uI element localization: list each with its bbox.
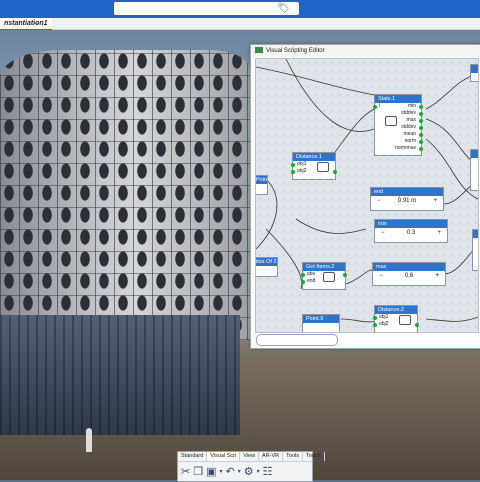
editor-title-bar[interactable]: Visual Scripting Editor [251, 45, 480, 57]
port-label: obj1 [297, 161, 307, 167]
node-title: Stats.1 [375, 95, 421, 103]
slider-value[interactable]: 0.91 m [398, 196, 416, 206]
add-tab-button[interactable]: + [34, 18, 39, 29]
tab-ar-vr[interactable]: AR-VR [259, 452, 284, 461]
port-label: normmax [395, 145, 416, 151]
node-port[interactable]: normmax [375, 145, 423, 152]
port-label: stddev [401, 110, 416, 116]
port-label: norm [404, 138, 416, 144]
node-end[interactable]: end − 0.91 m + [370, 187, 444, 211]
port-label: mean [403, 131, 416, 137]
node-port[interactable]: stddev [375, 110, 423, 117]
toolbar-icons: ✂ ❐ ▣ ▾ ↶ ▾ ⚙ ▾ ☷ [178, 462, 312, 482]
decrement-button[interactable]: − [379, 271, 383, 281]
bottom-toolbar: Standard Visual Scri View AR-VR Tools To… [177, 451, 325, 482]
node-stats[interactable]: Stats.1 l min stddev max stddev mean norm… [373, 94, 423, 156]
end-slider[interactable]: − 0.91 m + [371, 196, 443, 206]
node-port[interactable]: obj2 [373, 321, 419, 328]
toolbar-tabs: Standard Visual Scri View AR-VR Tools To… [178, 452, 325, 462]
dropdown-icon[interactable]: ▾ [238, 465, 241, 479]
increment-button[interactable]: + [433, 196, 437, 206]
document-tab-bar: nstantiation1 + [0, 18, 480, 31]
node-items-of-2[interactable]: ites Of 2 [256, 257, 278, 277]
graph-icon[interactable]: ☷ [263, 465, 273, 479]
editor-title: Visual Scripting Editor [266, 48, 325, 54]
node-title [471, 65, 478, 73]
node-title: Get Items.2 [303, 263, 345, 271]
editor-search-input[interactable] [256, 334, 338, 346]
tab-visual-scripting[interactable]: Visual Scri [207, 452, 241, 461]
tab-tools[interactable]: Tools [283, 452, 304, 461]
undo-icon[interactable]: ↶ [226, 465, 235, 479]
node-title: Point.9 [303, 315, 339, 323]
settings-icon[interactable]: ⚙ [244, 465, 254, 479]
search-field[interactable]: 🏷 [114, 2, 299, 15]
port-label: obs [307, 271, 316, 277]
node-canvas[interactable]: Stats.1 l min stddev max stddev mean norm… [255, 58, 479, 333]
decrement-button[interactable]: − [381, 228, 385, 238]
tab-standard[interactable]: Standard [178, 452, 208, 461]
node-wires [256, 59, 478, 323]
dropdown-icon[interactable]: ▾ [257, 465, 260, 479]
decrement-button[interactable]: − [377, 196, 381, 206]
port-label: l [379, 103, 381, 109]
port-label: max [406, 117, 416, 123]
editor-app-icon [255, 47, 263, 54]
node-title: Point.5 [256, 176, 267, 184]
max-slider[interactable]: − 0.6 + [373, 271, 445, 281]
scissors-icon[interactable]: ✂ [181, 465, 190, 479]
node-port[interactable]: obs [301, 271, 347, 282]
node-title: Distance.2 [375, 306, 417, 314]
node-min[interactable]: min − 0.3 + [374, 219, 448, 243]
slider-value[interactable]: 0.3 [407, 228, 415, 238]
port-label: obj1 [379, 314, 389, 320]
node-max[interactable]: max − 0.6 + [372, 262, 446, 286]
increment-button[interactable]: + [435, 271, 439, 281]
node-title [473, 230, 478, 238]
dropdown-icon[interactable]: ▾ [220, 465, 223, 479]
node-title: ites Of 2 [256, 258, 277, 266]
node-title: max [373, 263, 445, 271]
building-facade [0, 50, 250, 340]
node-title [471, 150, 478, 158]
node-distance-1[interactable]: Distance.1 obj1 obj2 [291, 152, 337, 180]
node-port[interactable]: obj1 [373, 314, 417, 325]
node-port[interactable]: norm [375, 138, 423, 145]
node-offscreen-3[interactable] [472, 229, 478, 271]
port-label: obj2 [379, 321, 389, 327]
node-port[interactable]: l min [373, 103, 423, 110]
tab-touch[interactable]: Touch [303, 452, 325, 461]
copy-icon[interactable]: ❐ [193, 465, 203, 479]
node-offscreen-1[interactable] [470, 64, 478, 82]
node-port[interactable]: stddev [375, 124, 423, 131]
node-point-5[interactable]: Point.5 [256, 175, 268, 195]
app-top-bar: 🏷 [0, 0, 480, 18]
visual-scripting-editor-panel: Visual Scripting Editor Stats.1 l min std… [250, 44, 480, 349]
node-port[interactable]: obj1 [291, 161, 335, 172]
node-title: Distance.1 [293, 153, 335, 161]
port-label: end [307, 278, 316, 284]
port-label: obj2 [297, 168, 307, 174]
min-slider[interactable]: − 0.3 + [375, 228, 447, 238]
tag-icon[interactable]: 🏷 [277, 3, 290, 14]
increment-button[interactable]: + [437, 228, 441, 238]
node-port[interactable]: max [375, 116, 423, 126]
node-get-items-2[interactable]: Get Items.2 obs end [301, 262, 347, 290]
node-title: end [371, 188, 443, 196]
node-port[interactable]: obj2 [291, 168, 337, 175]
slider-value[interactable]: 0.6 [405, 271, 413, 281]
node-point-9[interactable]: Point.9 [302, 314, 340, 332]
building-glass-base [0, 315, 240, 435]
paste-icon[interactable]: ▣ [206, 465, 216, 479]
tab-view[interactable]: View [240, 452, 260, 461]
port-label: stddev [401, 124, 416, 130]
port-label: min [407, 103, 416, 109]
node-offscreen-2[interactable] [470, 149, 478, 191]
human-figure [86, 428, 92, 452]
node-title: min [375, 220, 447, 228]
node-port[interactable]: end [301, 278, 345, 285]
node-port[interactable]: mean [375, 131, 423, 138]
node-distance-2[interactable]: Distance.2 obj1 obj2 [373, 305, 419, 332]
